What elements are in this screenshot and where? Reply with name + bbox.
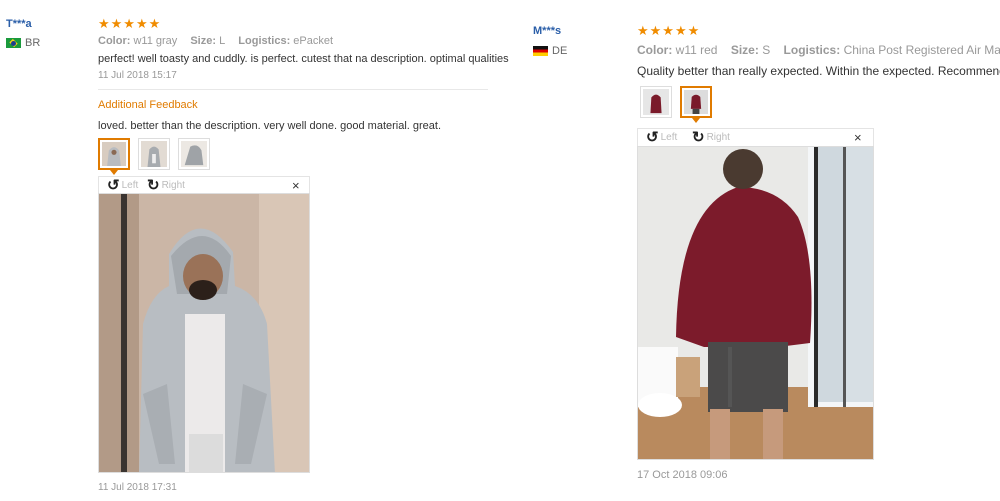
review-date: 17 Oct 2018 09:06: [637, 469, 728, 481]
rotate-left-button[interactable]: ↺ Left: [646, 130, 677, 145]
rotate-left-label: Left: [660, 132, 678, 143]
photo-thumbnail[interactable]: [640, 86, 672, 118]
additional-feedback-heading: Additional Feedback: [98, 99, 198, 111]
logistics-label: Logistics:: [238, 35, 291, 47]
additional-feedback-date: 11 Jul 2018 17:31: [98, 482, 177, 493]
gray-hoodie-thumb: [102, 142, 126, 166]
reviewer-country: BR: [6, 37, 40, 49]
germany-flag-icon: [533, 46, 548, 56]
review-date: 11 Jul 2018 15:17: [98, 70, 177, 81]
reviewer-name: M***s: [533, 25, 562, 37]
country-code: BR: [25, 37, 41, 49]
photo-thumbnails: [640, 86, 712, 123]
rotate-right-button[interactable]: ↻ Right: [692, 130, 730, 145]
red-hoodie-photo: [638, 147, 873, 459]
color-label: Color:: [98, 35, 131, 47]
photo-thumbnail[interactable]: [98, 138, 130, 175]
color-value: w11 gray: [133, 35, 178, 47]
reviewer-name: T***a: [6, 18, 32, 30]
brazil-flag-icon: [6, 38, 21, 48]
rotate-right-label: Right: [161, 180, 185, 191]
photo-thumbnails: [98, 138, 210, 175]
logistics-label: Logistics:: [783, 43, 841, 57]
color-value: w11 red: [675, 43, 718, 57]
additional-feedback-text: loved. better than the description. very…: [98, 120, 442, 132]
logistics-value: China Post Registered Air Mail: [843, 43, 1000, 57]
review-photo-large: [637, 146, 874, 460]
country-code: DE: [552, 45, 568, 57]
size-label: Size:: [190, 35, 217, 47]
review-text: Quality better than really expected. Wit…: [637, 64, 1000, 78]
photo-viewer-toolbar: ↺ Left ↻ Right ×: [98, 176, 310, 194]
gray-hoodie-thumb: [181, 141, 207, 167]
rotate-right-icon: ↻: [692, 129, 705, 146]
photo-thumbnail[interactable]: [138, 138, 170, 170]
rotate-right-label: Right: [706, 132, 730, 143]
order-attributes: Color: w11 red Size: S Logistics: China …: [637, 43, 1000, 57]
photo-thumbnail[interactable]: [178, 138, 210, 170]
rotate-right-button[interactable]: ↻ Right: [147, 178, 185, 193]
size-value: S: [762, 43, 771, 57]
rotate-left-button[interactable]: ↺ Left: [107, 178, 138, 193]
rotate-left-icon: ↺: [646, 129, 659, 146]
photo-thumbnail[interactable]: [680, 86, 712, 123]
divider: [98, 89, 488, 90]
rotate-right-icon: ↻: [147, 177, 160, 194]
size-value: L: [219, 35, 226, 47]
red-hoodie-thumb: [684, 90, 708, 114]
size-label: Size:: [730, 43, 759, 57]
rotate-left-icon: ↺: [107, 177, 120, 194]
rating-stars: ★★★★★: [98, 16, 162, 31]
reviewer-country: DE: [533, 45, 567, 57]
color-label: Color:: [637, 43, 673, 57]
gray-hoodie-thumb: [141, 141, 167, 167]
review-photo-large: [98, 193, 310, 473]
close-viewer-button[interactable]: ×: [854, 130, 862, 145]
red-hoodie-thumb: [643, 89, 669, 115]
close-viewer-button[interactable]: ×: [292, 178, 300, 193]
rotate-left-label: Left: [121, 180, 139, 191]
photo-viewer-toolbar: ↺ Left ↻ Right ×: [637, 128, 874, 146]
logistics-value: ePacket: [293, 35, 334, 47]
order-attributes: Color: w11 gray Size: L Logistics: ePack…: [98, 35, 343, 47]
gray-hoodie-photo: [99, 194, 309, 472]
review-text: perfect! well toasty and cuddly. is perf…: [98, 53, 509, 65]
rating-stars: ★★★★★: [637, 23, 701, 38]
